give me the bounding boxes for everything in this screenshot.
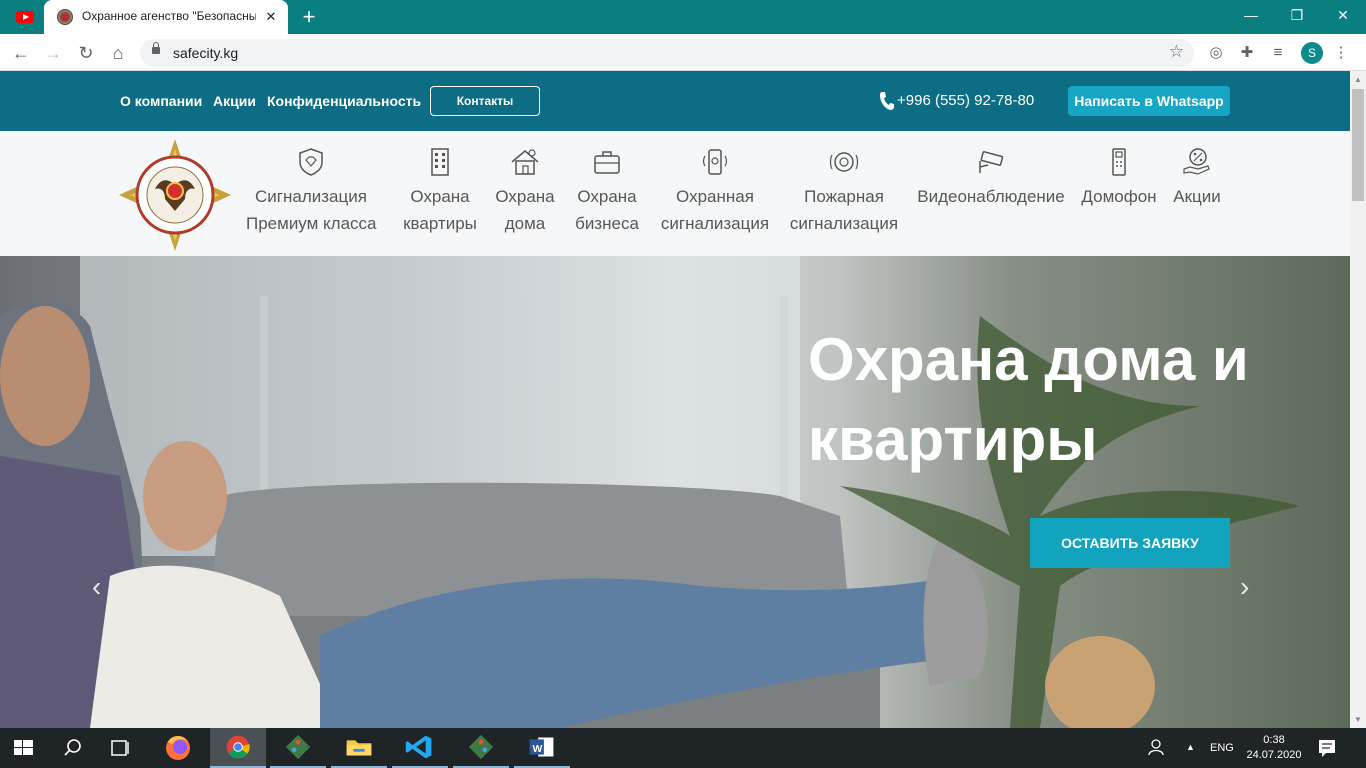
extensions-puzzle-icon[interactable]: ✚ — [1236, 42, 1258, 64]
slider-next-icon[interactable]: › — [1240, 571, 1249, 603]
address-bar[interactable]: safecity.kg ☆ — [140, 39, 1194, 67]
nav-item-fire-alarm[interactable]: Пожарная сигнализация — [789, 147, 899, 237]
nav-item-label-line1: Пожарная — [804, 187, 884, 206]
nav-link-promos[interactable]: Акции — [213, 93, 256, 109]
tray-expand-icon[interactable]: ▲ — [1186, 728, 1200, 768]
nav-item-label-line1: Акции — [1173, 187, 1221, 206]
windows-taskbar: W ▲ ENG 0:38 24.07.2020 — [0, 728, 1366, 768]
nav-link-about[interactable]: О компании — [120, 93, 202, 109]
smoke-detector-icon — [829, 152, 859, 172]
leave-request-button[interactable]: ОСТАВИТЬ ЗАЯВКУ — [1030, 518, 1230, 568]
notifications-icon[interactable] — [1316, 728, 1338, 768]
company-logo[interactable] — [119, 139, 231, 251]
browser-toolbar: ← → ↻ ⌂ safecity.kg ☆ ◎ ✚ ≡ S ⋮ — [0, 34, 1366, 71]
nav-item-label-line1: Сигнализация — [255, 187, 367, 206]
task-view-icon[interactable] — [96, 728, 144, 768]
file-explorer-icon[interactable] — [331, 728, 387, 768]
language-indicator[interactable]: ENG — [1210, 728, 1234, 768]
svg-text:W: W — [533, 744, 543, 755]
nav-item-security-alarm[interactable]: Охранная сигнализация — [660, 147, 770, 237]
profile-avatar[interactable]: S — [1301, 42, 1323, 64]
git-app-2-icon[interactable] — [453, 728, 509, 768]
nav-item-label-line1: Охрана — [495, 187, 555, 206]
lock-icon[interactable] — [152, 42, 160, 54]
contacts-button[interactable]: Контакты — [430, 86, 540, 116]
scrollbar-thumb[interactable] — [1352, 89, 1364, 201]
home-icon[interactable]: ⌂ — [105, 40, 131, 66]
nav-item-business[interactable]: Охрана бизнеса — [574, 147, 640, 237]
slider-prev-icon[interactable]: ‹ — [92, 571, 101, 603]
back-arrow-icon[interactable]: ← — [8, 40, 34, 66]
web-page: О компании Акции Конфиденциальность Конт… — [0, 71, 1350, 728]
nav-item-label-line1: Охранная — [676, 187, 754, 206]
nav-item-label-line2: сигнализация — [660, 214, 770, 233]
close-window-button[interactable]: ✕ — [1320, 0, 1366, 30]
hero-slider: Охрана дома и квартиры ОСТАВИТЬ ЗАЯВКУ ‹… — [0, 256, 1350, 728]
site-favicon-icon — [57, 9, 73, 25]
nav-item-label-line1: Охрана — [410, 187, 470, 206]
alarm-phone-icon — [702, 149, 728, 175]
youtube-tab-icon[interactable] — [16, 11, 34, 23]
new-tab-button[interactable]: + — [298, 6, 320, 28]
minimize-button[interactable]: — — [1228, 0, 1274, 30]
clock-date: 24.07.2020 — [1246, 749, 1302, 761]
apartment-building-icon — [431, 148, 449, 176]
nav-item-apartment[interactable]: Охрана квартиры — [401, 147, 479, 237]
search-icon[interactable] — [48, 728, 96, 768]
media-queue-icon[interactable]: ≡ — [1267, 42, 1289, 64]
forward-arrow-icon[interactable]: → — [40, 40, 66, 66]
nav-item-promos[interactable]: Акции — [1168, 147, 1226, 210]
hero-title: Охрана дома и квартиры — [808, 326, 1249, 473]
extension-timer-icon[interactable]: ◎ — [1205, 42, 1227, 64]
nav-item-label-line2: сигнализация — [789, 214, 899, 233]
nav-item-label-line1: Видеонаблюдение — [917, 187, 1065, 206]
nav-item-label-line1: Охрана — [577, 187, 637, 206]
nav-item-label-line2: квартиры — [403, 214, 477, 233]
house-icon — [511, 149, 539, 175]
clock[interactable]: 0:38 24.07.2020 — [1246, 728, 1302, 768]
git-app-icon[interactable] — [270, 728, 326, 768]
diamond-shield-icon — [299, 148, 323, 176]
nav-item-label-line2: дома — [504, 214, 546, 233]
nav-item-label-line2: Премиум класса — [246, 214, 377, 233]
browser-tab-active[interactable]: Охранное агенство "Безопасный город" ✕ — [44, 0, 288, 34]
tab-title: Охранное агенство "Безопасный город" — [82, 9, 256, 23]
site-topbar: О компании Акции Конфиденциальность Конт… — [0, 71, 1350, 131]
intercom-icon — [1112, 148, 1126, 176]
whatsapp-button[interactable]: Написать в Whatsapp — [1068, 86, 1230, 116]
bookmark-star-icon[interactable]: ☆ — [1169, 42, 1184, 62]
chrome-icon[interactable] — [210, 728, 266, 768]
scroll-up-icon[interactable]: ▲ — [1354, 75, 1362, 84]
percent-hand-icon — [1183, 148, 1210, 175]
browser-menu-icon[interactable]: ⋮ — [1330, 42, 1352, 64]
page-scrollbar[interactable]: ▲ ▼ — [1350, 71, 1366, 728]
reload-icon[interactable]: ↻ — [73, 40, 99, 66]
briefcase-icon — [594, 151, 620, 174]
nav-item-label-line1: Домофон — [1081, 187, 1157, 206]
nav-item-label-line2: бизнеса — [575, 214, 639, 233]
scroll-down-icon[interactable]: ▼ — [1354, 715, 1362, 724]
phone-number[interactable]: +996 (555) 92-78-80 — [897, 92, 1034, 109]
word-icon[interactable]: W — [514, 728, 570, 768]
clock-time: 0:38 — [1263, 734, 1285, 746]
tab-close-icon[interactable]: ✕ — [262, 8, 280, 26]
nav-link-privacy[interactable]: Конфиденциальность — [267, 93, 421, 109]
vscode-icon[interactable] — [392, 728, 448, 768]
nav-item-house[interactable]: Охрана дома — [494, 147, 556, 237]
nav-item-cctv[interactable]: Видеонаблюдение — [915, 147, 1067, 210]
people-icon[interactable] — [1146, 728, 1168, 768]
windows-start-icon[interactable] — [0, 728, 48, 768]
browser-titlebar: Охранное агенство "Безопасный город" ✕ +… — [0, 0, 1366, 34]
main-navigation: Сигнализация Премиум класса Охрана кварт… — [0, 131, 1350, 256]
cctv-camera-icon — [979, 151, 1004, 173]
url-text[interactable]: safecity.kg — [173, 45, 238, 61]
nav-item-premium-alarm[interactable]: Сигнализация Премиум класса — [246, 147, 377, 237]
maximize-button[interactable]: ❐ — [1274, 0, 1320, 30]
firefox-icon[interactable] — [150, 728, 206, 768]
nav-item-intercom[interactable]: Домофон — [1079, 147, 1159, 210]
phone-icon — [878, 91, 894, 111]
